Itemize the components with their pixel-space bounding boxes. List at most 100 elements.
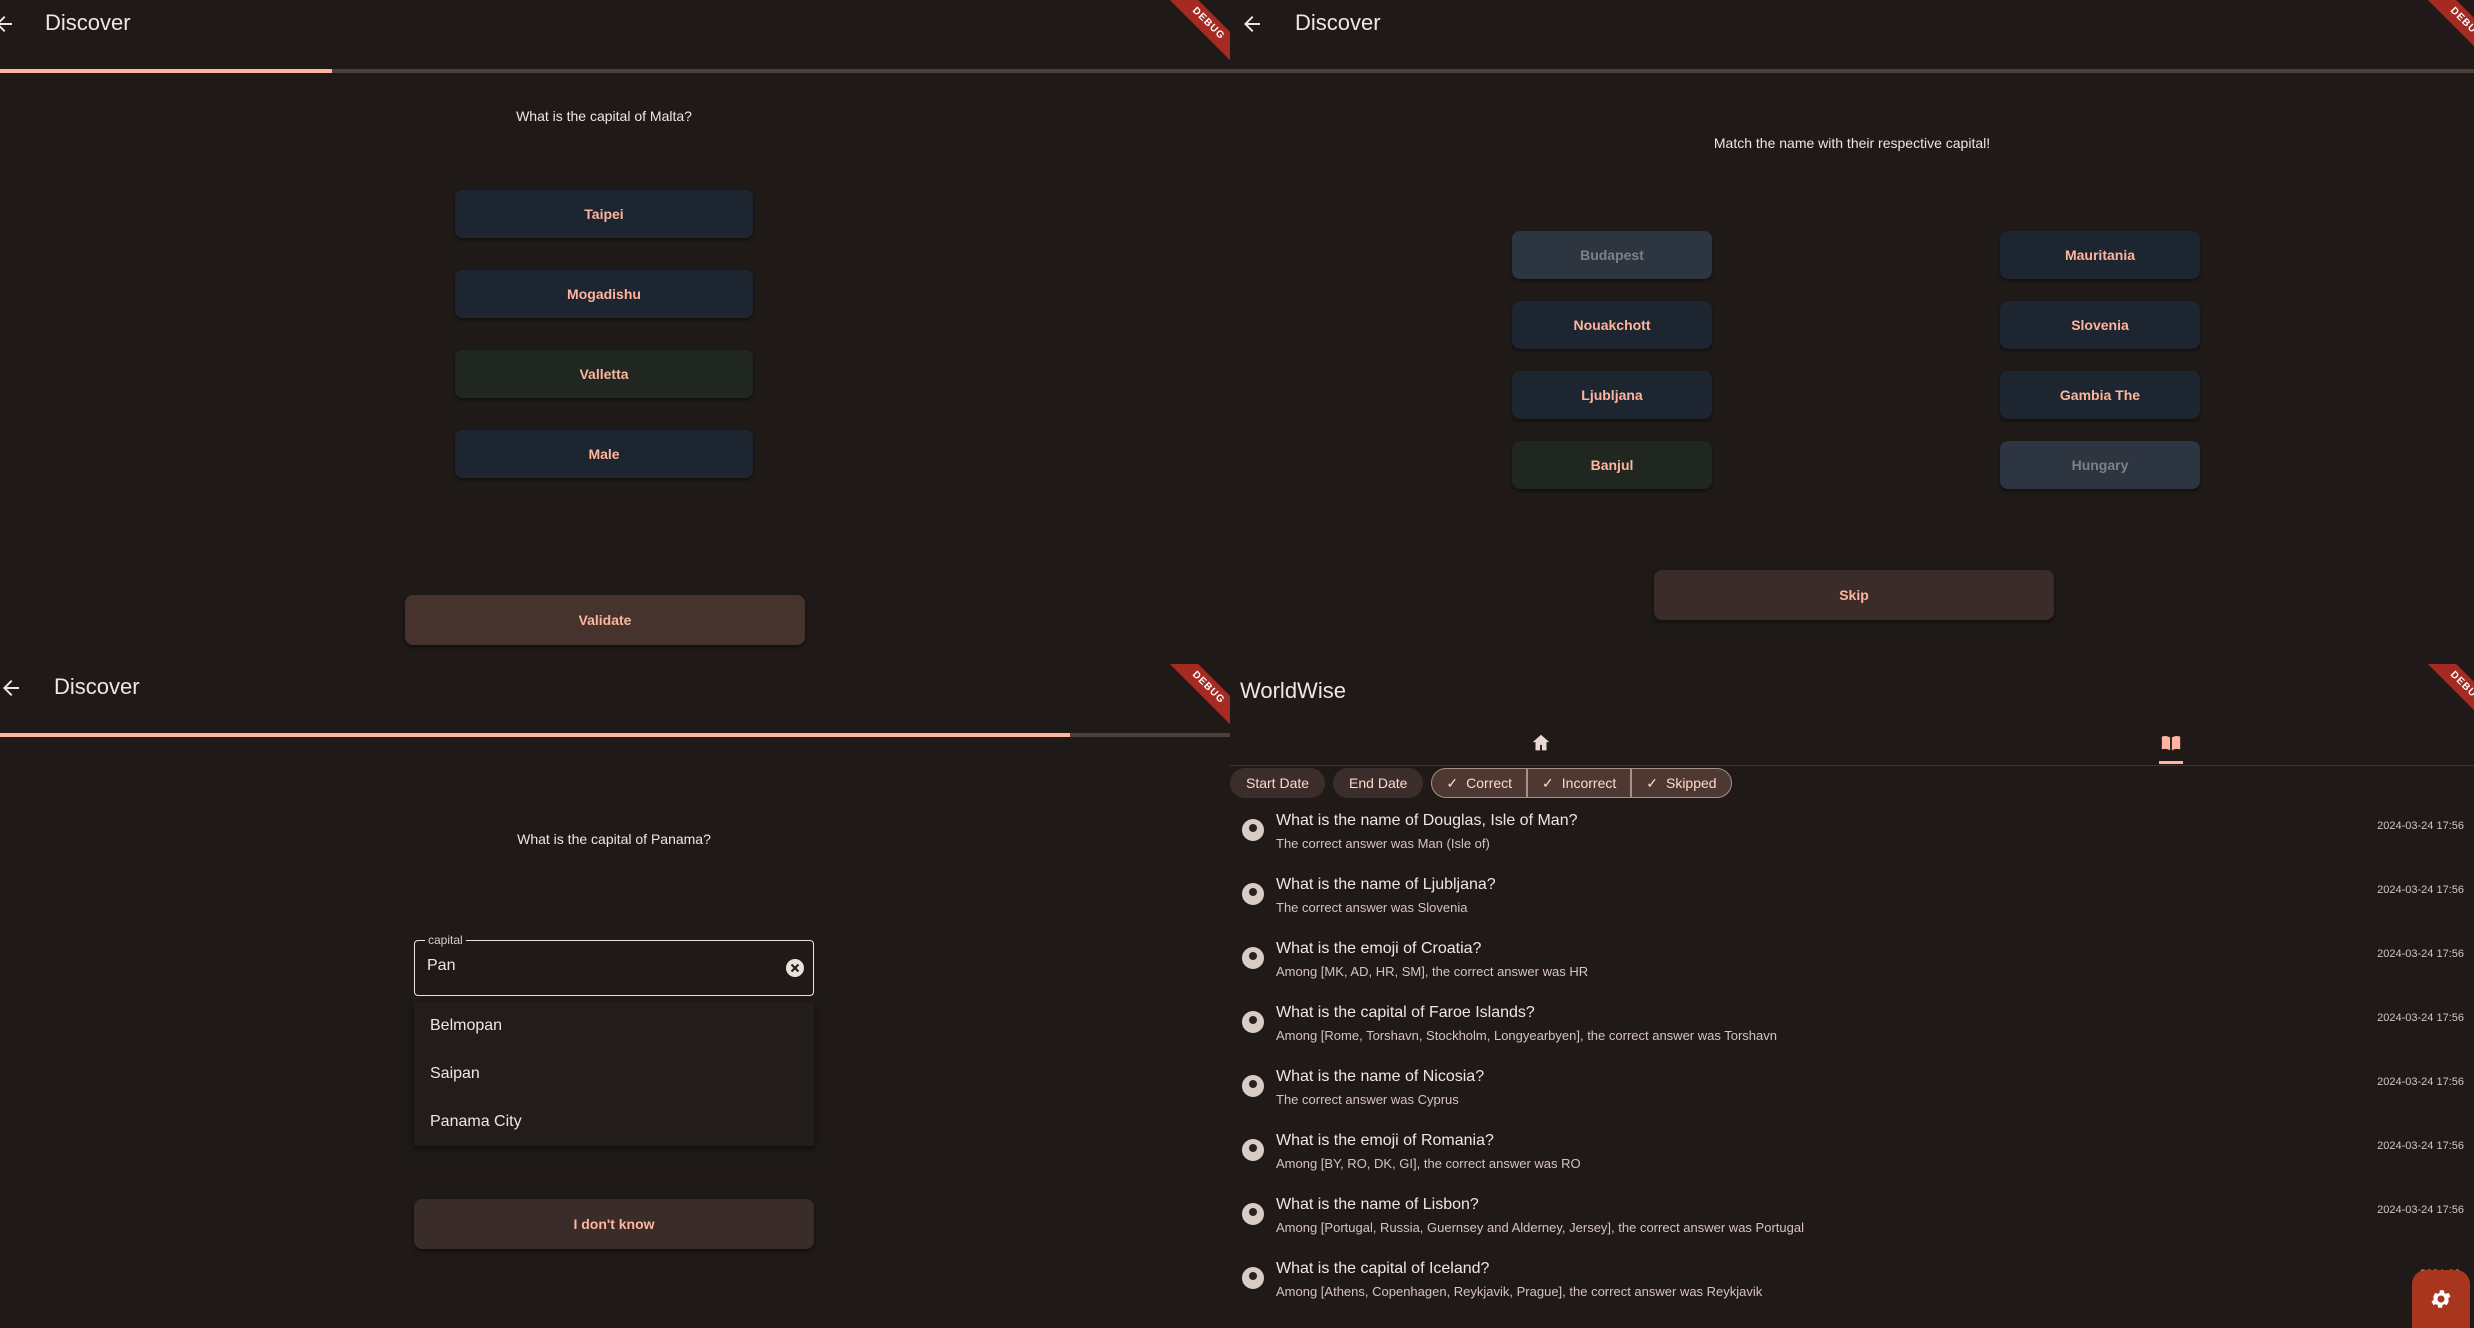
- lightbulb-icon: [1242, 1075, 1264, 1097]
- history-date: 2024-03-24 17:56: [2377, 1204, 2464, 1216]
- book-icon[interactable]: [2159, 732, 2183, 754]
- check-icon: ✓: [1446, 774, 1459, 791]
- match-right-item[interactable]: Hungary: [2000, 441, 2200, 489]
- end-date-chip[interactable]: End Date: [1333, 768, 1424, 798]
- debug-banner: DEBUG: [1158, 0, 1230, 74]
- quiz-multiple-choice-screen: Discover DEBUG What is the capital of Ma…: [0, 0, 1230, 664]
- lightbulb-icon: [1242, 1139, 1264, 1161]
- correct-filter-chip[interactable]: ✓ Correct: [1431, 768, 1528, 798]
- history-question: What is the name of Nicosia?: [1276, 1068, 1485, 1085]
- chip-label: Skipped: [1665, 775, 1717, 791]
- progress-fill: [0, 69, 333, 73]
- page-title: Discover: [45, 10, 131, 35]
- app-title: WorldWise: [1240, 678, 1346, 703]
- chip-label: Incorrect: [1561, 775, 1617, 791]
- active-tab-indicator: [2159, 761, 2183, 764]
- autocomplete-list: Belmopan Saipan Panama City: [414, 1002, 814, 1146]
- back-arrow-icon[interactable]: [0, 12, 16, 36]
- history-item[interactable]: What is the name of Lisbon? Among [Portug…: [1230, 1188, 2474, 1252]
- option-button[interactable]: Mogadishu: [455, 270, 753, 318]
- page-title: Discover: [54, 674, 140, 699]
- filter-chips: Start Date End Date ✓ Correct ✓ Incorrect …: [1230, 768, 1732, 802]
- clear-icon[interactable]: [785, 958, 805, 978]
- back-arrow-icon[interactable]: [0, 676, 23, 700]
- history-question: What is the capital of Faroe Islands?: [1276, 1004, 1535, 1021]
- quiz-progress-bar: [0, 733, 1230, 737]
- validate-button[interactable]: Validate: [405, 595, 805, 645]
- option-button-selected[interactable]: Valletta: [455, 350, 753, 398]
- debug-banner: DEBUG: [2416, 664, 2474, 738]
- match-right-item[interactable]: Mauritania: [2000, 231, 2200, 279]
- history-answer: Among [Athens, Copenhagen, Reykjavik, Pr…: [1276, 1284, 1763, 1299]
- check-icon: ✓: [1646, 774, 1658, 791]
- history-date: 2024-03-24 17:56: [2377, 884, 2464, 896]
- settings-button[interactable]: [2412, 1270, 2470, 1328]
- match-left-item[interactable]: Ljubljana: [1512, 371, 1712, 419]
- capital-input[interactable]: [427, 957, 767, 975]
- history-answer: The correct answer was Slovenia: [1276, 900, 1468, 915]
- option-button[interactable]: Taipei: [455, 190, 753, 238]
- field-label: capital: [425, 933, 466, 947]
- lightbulb-icon: [1242, 819, 1264, 841]
- quiz-progress-bar: [0, 69, 1230, 73]
- history-question: What is the emoji of Croatia?: [1276, 940, 1482, 957]
- chip-label: Correct: [1466, 775, 1513, 791]
- history-answer: Among [BY, RO, DK, GI], the correct answ…: [1276, 1156, 1581, 1171]
- lightbulb-icon: [1242, 1011, 1264, 1033]
- match-left-item-selected[interactable]: Banjul: [1512, 441, 1712, 489]
- history-date: 2024-03-24 17:56: [2377, 820, 2464, 832]
- question-text: What is the capital of Malta?: [516, 108, 692, 124]
- lightbulb-icon: [1242, 883, 1264, 905]
- match-left-item[interactable]: Budapest: [1512, 231, 1712, 279]
- debug-banner: DEBUG: [2416, 0, 2474, 74]
- history-item[interactable]: What is the capital of Faroe Islands? Amo…: [1230, 996, 2474, 1060]
- history-item[interactable]: What is the name of Nicosia? The correct …: [1230, 1060, 2474, 1124]
- back-arrow-icon[interactable]: [1240, 12, 1264, 36]
- match-left-item[interactable]: Nouakchott: [1512, 301, 1712, 349]
- question-text: What is the capital of Panama?: [517, 831, 711, 847]
- lightbulb-icon: [1242, 947, 1264, 969]
- history-answer: The correct answer was Cyprus: [1276, 1092, 1459, 1107]
- divider: [1230, 765, 2474, 766]
- incorrect-filter-chip[interactable]: ✓ Incorrect: [1527, 768, 1632, 798]
- history-item[interactable]: What is the emoji of Croatia? Among [MK, …: [1230, 932, 2474, 996]
- quiz-progress-bar: [1230, 69, 2474, 73]
- suggestion-item[interactable]: Panama City: [414, 1098, 814, 1146]
- history-question: What is the capital of Iceland?: [1276, 1260, 1490, 1277]
- lightbulb-icon: [1242, 1267, 1264, 1289]
- history-item[interactable]: What is the capital of Iceland? Among [At…: [1230, 1252, 2474, 1316]
- check-icon: ✓: [1542, 774, 1554, 791]
- start-date-chip[interactable]: Start Date: [1230, 768, 1326, 798]
- home-icon[interactable]: [1530, 732, 1552, 754]
- history-item[interactable]: What is the emoji of Romania? Among [BY, …: [1230, 1124, 2474, 1188]
- history-screen: WorldWise DEBUG Start Date End Date ✓ Cor…: [1230, 664, 2474, 1328]
- history-date: 2024-03-24 17:56: [2377, 948, 2464, 960]
- question-text: Match the name with their respective cap…: [1713, 135, 1991, 151]
- history-date: 2024-03-24 17:56: [2377, 1012, 2464, 1024]
- suggestion-item[interactable]: Saipan: [414, 1050, 814, 1098]
- option-button[interactable]: Male: [455, 430, 753, 478]
- skip-button[interactable]: Skip: [1654, 570, 2054, 620]
- history-item[interactable]: What is the name of Douglas, Isle of Man…: [1230, 804, 2474, 868]
- match-right-item[interactable]: Slovenia: [2000, 301, 2200, 349]
- capital-field[interactable]: capital: [414, 933, 814, 996]
- skipped-filter-chip[interactable]: ✓ Skipped: [1631, 768, 1732, 798]
- dont-know-button[interactable]: I don't know: [414, 1199, 814, 1249]
- debug-banner: DEBUG: [1158, 664, 1230, 738]
- history-item[interactable]: What is the name of Ljubljana? The correc…: [1230, 868, 2474, 932]
- history-date: 2024-03-24 17:56: [2377, 1076, 2464, 1088]
- history-question: What is the emoji of Romania?: [1276, 1132, 1494, 1149]
- history-answer: The correct answer was Man (Isle of): [1276, 836, 1490, 851]
- history-answer: Among [MK, AD, HR, SM], the correct answ…: [1276, 964, 1589, 979]
- history-date: 2024-03-24 17:56: [2377, 1140, 2464, 1152]
- history-list: What is the name of Douglas, Isle of Man…: [1230, 804, 2474, 1316]
- bottom-nav-tabs: [1230, 730, 2474, 764]
- gear-icon: [2431, 1290, 2451, 1308]
- history-answer: Among [Rome, Torshavn, Stockholm, Longye…: [1276, 1028, 1777, 1043]
- progress-fill: [0, 733, 1071, 737]
- page-title: Discover: [1295, 10, 1381, 35]
- match-right-item[interactable]: Gambia The: [2000, 371, 2200, 419]
- history-question: What is the name of Ljubljana?: [1276, 876, 1496, 893]
- suggestion-item[interactable]: Belmopan: [414, 1002, 814, 1050]
- lightbulb-icon: [1242, 1203, 1264, 1225]
